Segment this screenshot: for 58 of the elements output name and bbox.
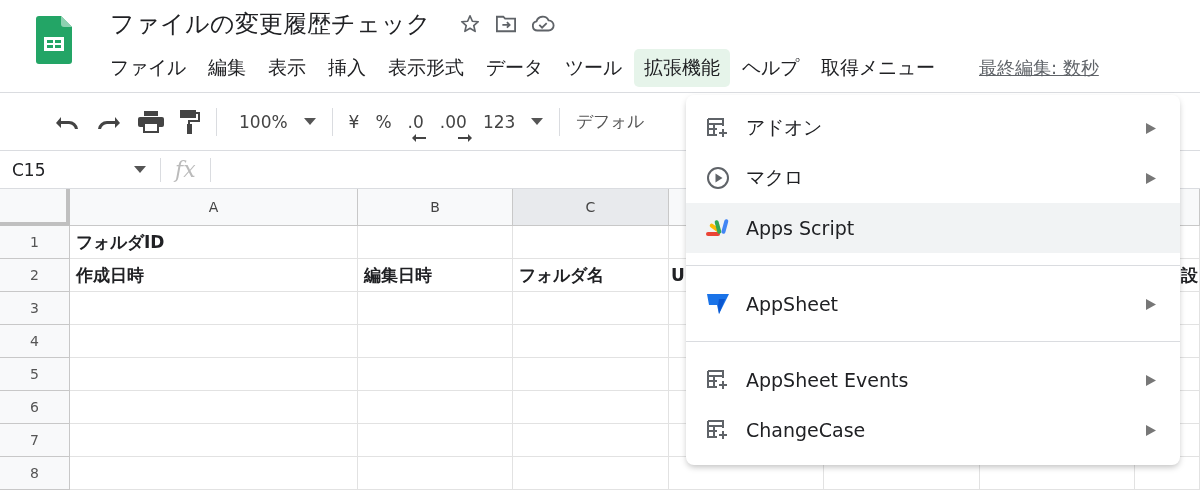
menu-item[interactable]: データ [476,49,553,87]
row-header[interactable]: 8 [0,457,70,490]
cloud-check-icon[interactable] [531,15,555,33]
dropdown-item[interactable]: AppSheet Events [686,355,1180,405]
menu-item[interactable]: 取得メニュー [811,49,945,87]
dropdown-item[interactable]: Apps Script [686,203,1180,253]
table-cell: フォルダID [70,226,358,259]
menu-item[interactable]: 拡張機能 [634,49,730,87]
dropdown-item[interactable]: マクロ [686,153,1180,203]
row-header[interactable]: 4 [0,325,70,358]
caret-icon[interactable] [531,118,544,125]
row-header[interactable]: 1 [0,226,70,259]
formula-label: fx [175,157,196,182]
row-header[interactable]: 7 [0,424,70,457]
font-select[interactable]: デフォル [576,110,645,133]
dropdown-item[interactable]: アドオン [686,103,1180,153]
column-header[interactable]: B [358,189,513,226]
print-icon[interactable] [138,110,164,133]
table-cell: フォルダ名 [513,259,669,292]
play-circle-icon [706,167,730,189]
row-header[interactable]: 5 [0,358,70,391]
apps-script-icon [706,218,730,238]
folder-move-icon[interactable] [495,14,517,34]
row-header[interactable]: 2 [0,259,70,292]
percent-button[interactable]: % [375,111,392,132]
sheets-logo-icon[interactable] [36,16,72,64]
zoom-select[interactable]: 100% [239,111,288,132]
column-header[interactable]: A [70,189,358,226]
row-header[interactable]: 6 [0,391,70,424]
currency-button[interactable]: ¥ [348,111,360,132]
paint-roller-icon[interactable] [180,109,200,134]
menu-item[interactable]: ツール [555,49,632,87]
menu-item[interactable]: 表示形式 [378,49,474,87]
appsheet-icon [706,294,730,314]
decrease-decimals-button[interactable]: .0 [407,111,424,132]
table-add-icon [706,118,730,138]
table-cell: 編集日時 [358,259,513,292]
row-header[interactable]: 3 [0,292,70,325]
increase-decimals-button[interactable]: .00 [439,111,467,132]
dropdown-item[interactable]: ChangeCase [686,405,1180,455]
name-box[interactable]: C15 [0,159,134,180]
document-title[interactable]: ファイルの変更履歴チェック [110,8,431,40]
menu-item[interactable]: ファイル [100,49,196,87]
caret-icon[interactable] [134,166,146,173]
star-icon[interactable] [459,13,481,35]
table-add-icon [706,420,730,440]
menu-item[interactable]: ヘルプ [732,49,809,87]
table-add-icon [706,370,730,390]
caret-icon[interactable] [303,118,316,125]
table-cell: 作成日時 [70,259,358,292]
menu-item[interactable]: 表示 [258,49,316,87]
last-edit-link[interactable]: 最終編集: 数秒 [979,56,1099,80]
menu-item[interactable]: 挿入 [318,49,376,87]
left-arrow-icon [411,133,426,142]
right-arrow-icon [457,133,472,142]
column-header[interactable]: C [513,189,669,226]
number-format-select[interactable]: 123 [482,111,516,132]
menu-item[interactable]: 編集 [198,49,256,87]
